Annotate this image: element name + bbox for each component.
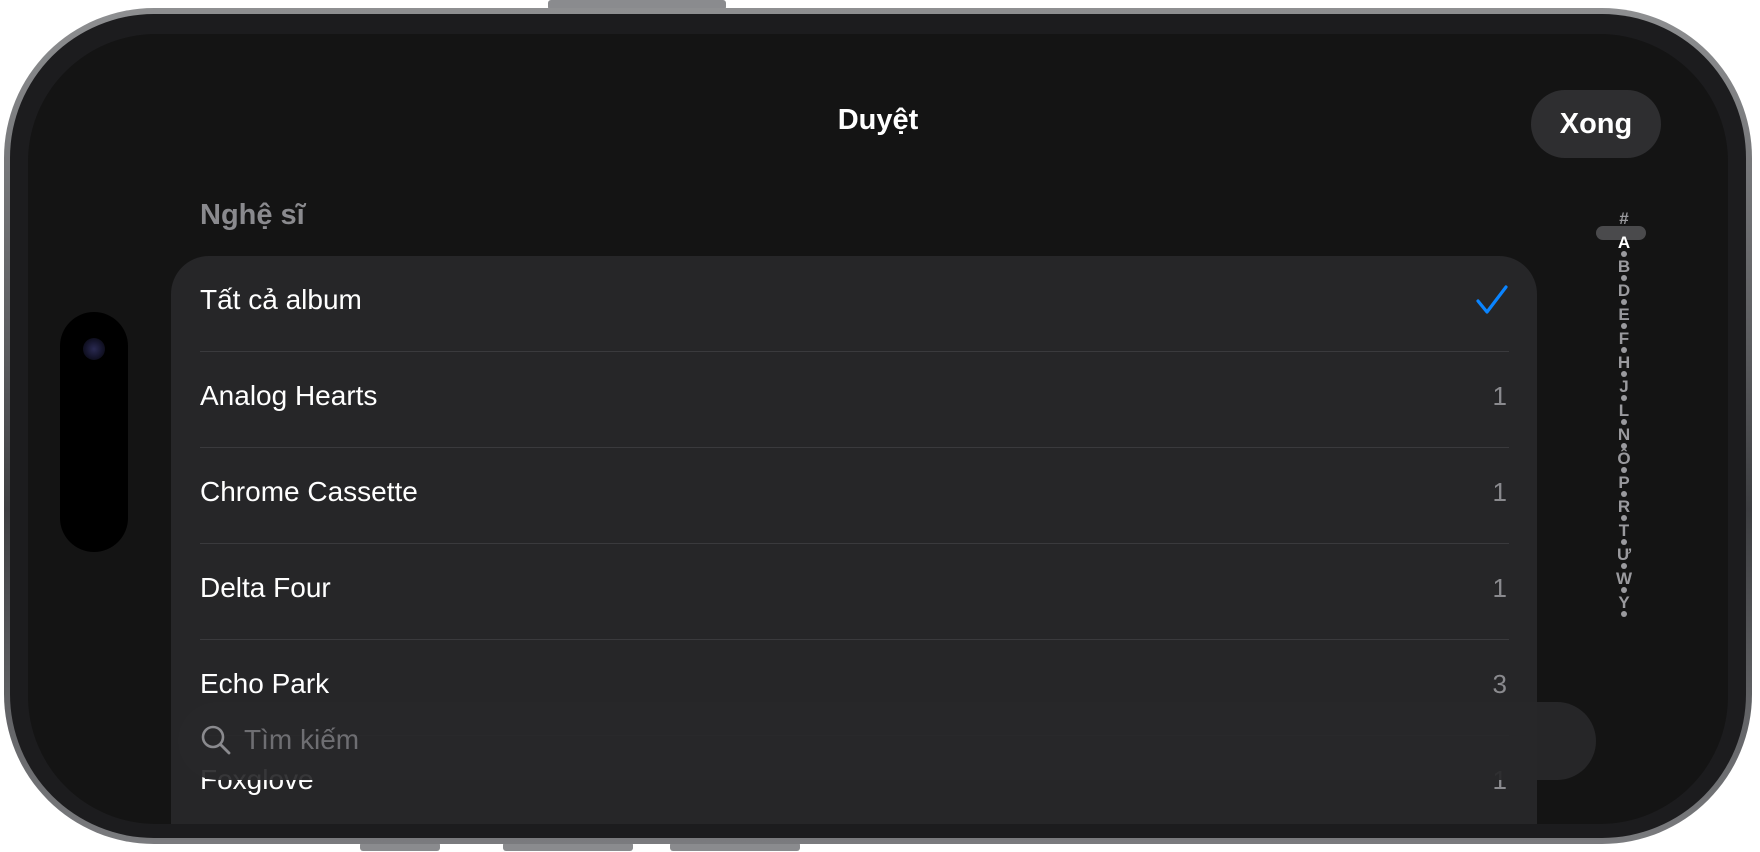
index-letter[interactable]: R (1590, 498, 1658, 515)
index-letter[interactable]: Ô (1590, 450, 1658, 467)
list-item-label: Delta Four (200, 572, 331, 603)
screenshot: Duyệt Xong Nghệ sĩ Tất cả album Analog H… (0, 0, 1760, 852)
section-header: Nghệ sĩ (200, 199, 305, 231)
list-item-label: Chrome Cassette (200, 476, 418, 507)
index-letter[interactable]: D (1590, 282, 1658, 299)
index-letter[interactable]: T (1590, 522, 1658, 539)
index-letter[interactable]: Y (1590, 594, 1658, 611)
index-letter[interactable]: F (1590, 330, 1658, 347)
index-letter[interactable]: N (1590, 426, 1658, 443)
index-letter[interactable]: A (1590, 234, 1658, 251)
camera-icon (83, 338, 105, 360)
list-item[interactable]: Analog Hearts 1 (171, 352, 1537, 448)
device-frame: Duyệt Xong Nghệ sĩ Tất cả album Analog H… (4, 8, 1752, 844)
list-item-count: 1 (1492, 381, 1507, 411)
list-item[interactable]: Chrome Cassette 1 (171, 448, 1537, 544)
index-letter[interactable]: B (1590, 258, 1658, 275)
list-item-label: Tất cả album (200, 284, 362, 315)
page-title: Duyệt (837, 104, 919, 136)
checkmark-icon (1476, 285, 1508, 314)
list-item[interactable]: Tất cả album (171, 256, 1537, 352)
index-dot (1621, 611, 1627, 617)
list-item[interactable]: Delta Four 1 (171, 544, 1537, 640)
search-icon (201, 725, 231, 755)
index-letter[interactable]: L (1590, 402, 1658, 419)
alphabet-index[interactable]: # A B D E F H J L N Ô P R T Ư W Y (1590, 210, 1646, 630)
list-item-label: Analog Hearts (200, 380, 378, 411)
screen: Duyệt Xong Nghệ sĩ Tất cả album Analog H… (28, 34, 1728, 824)
search-bar[interactable] (178, 702, 1596, 780)
index-letter[interactable]: H (1590, 354, 1658, 371)
list-item-count: 3 (1492, 669, 1507, 699)
index-letter[interactable]: P (1590, 474, 1658, 491)
index-letter[interactable]: # (1590, 210, 1658, 227)
list-item-count: 1 (1492, 477, 1507, 507)
list-item-label: Echo Park (200, 668, 330, 699)
done-button[interactable]: Xong (1531, 90, 1661, 158)
index-letter[interactable]: J (1590, 378, 1658, 395)
index-letter[interactable]: Ư (1590, 546, 1658, 563)
index-letter[interactable]: W (1590, 570, 1658, 587)
search-input[interactable] (244, 720, 1544, 760)
index-letter[interactable]: E (1590, 306, 1658, 323)
list-item-count: 1 (1492, 573, 1507, 603)
dynamic-island (60, 312, 128, 552)
